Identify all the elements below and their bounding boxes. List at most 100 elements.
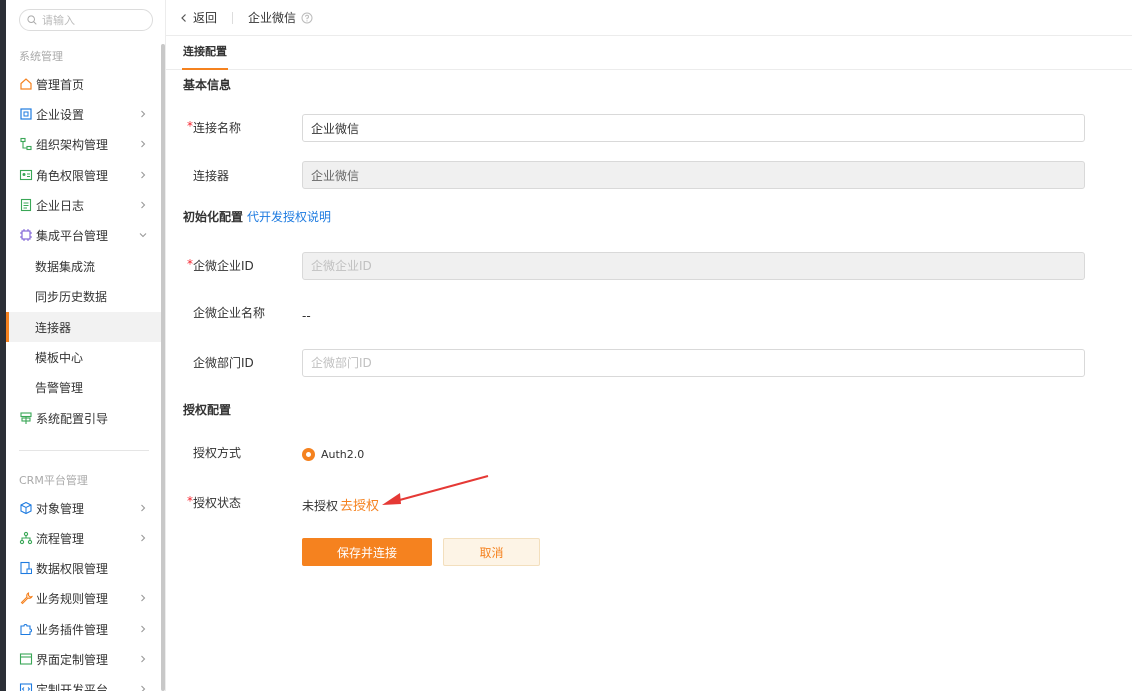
sidebar-item-home[interactable]: 管理首页 — [6, 69, 161, 99]
authorize-link[interactable]: 去授权 — [340, 495, 379, 514]
auth-method-value: Auth2.0 — [321, 448, 365, 461]
topbar-divider — [232, 11, 234, 24]
tab-bar: 连接配置 — [166, 36, 1132, 70]
page-title: 企业微信 — [248, 11, 297, 25]
section-basic-info: 基本信息 — [183, 78, 232, 92]
sidebar-item-integration-platform[interactable]: 集成平台管理 — [6, 220, 161, 250]
sidebar-item-process-management[interactable]: 流程管理 — [6, 523, 161, 553]
log-document-icon — [19, 198, 33, 212]
section-auth-config: 授权配置 — [183, 403, 232, 417]
top-bar: 返回 企业微信 — [166, 0, 1132, 36]
sidebar-item-label: 界面定制管理 — [36, 652, 109, 667]
group-title-system: 系统管理 — [19, 50, 63, 63]
init-section-title: 初始化配置 — [183, 210, 244, 224]
chevron-right-icon — [141, 625, 146, 633]
chevron-right-icon — [141, 655, 146, 663]
sidebar-item-label: 组织架构管理 — [36, 137, 109, 152]
annotation-arrow — [382, 475, 489, 505]
sidebar-subitem-label: 同步历史数据 — [35, 289, 108, 304]
sidebar-subitem-label: 数据集成流 — [35, 259, 96, 274]
signpost-icon — [19, 411, 33, 425]
back-button[interactable]: 返回 — [179, 9, 217, 26]
chip-icon — [19, 228, 33, 242]
dev-auth-guide-link[interactable]: 代开发授权说明 — [247, 210, 331, 224]
save-and-connect-button[interactable]: 保存并连接 — [302, 538, 432, 566]
back-label: 返回 — [193, 11, 218, 25]
sidebar-subitem-alert-management[interactable]: 告警管理 — [6, 372, 161, 402]
auth-status-label: 授权状态 — [193, 496, 242, 510]
dept-id-input[interactable] — [302, 349, 1085, 377]
chevron-right-icon — [141, 685, 146, 691]
sidebar-search[interactable] — [19, 9, 153, 31]
auth-status-value: 未授权 — [302, 499, 339, 513]
chevron-right-icon — [141, 504, 146, 512]
sidebar-item-object-management[interactable]: 对象管理 — [6, 493, 161, 523]
sidebar-item-label: 企业日志 — [36, 198, 85, 213]
sidebar-item-label: 企业设置 — [36, 107, 85, 122]
data-lock-icon — [19, 561, 33, 575]
sidebar-subitem-connector[interactable]: 连接器 — [6, 312, 161, 342]
id-card-icon — [19, 168, 33, 182]
search-input[interactable] — [42, 13, 142, 27]
sidebar-item-system-config-guide[interactable]: 系统配置引导 — [6, 403, 161, 433]
sidebar-subitem-label: 连接器 — [35, 320, 72, 335]
chevron-down-icon — [139, 233, 147, 238]
search-icon — [27, 15, 37, 25]
window-icon — [19, 652, 33, 666]
chevron-left-icon — [181, 13, 186, 22]
home-icon — [19, 77, 33, 91]
building-icon — [19, 107, 33, 121]
org-tree-icon — [19, 137, 33, 151]
chevron-right-icon — [141, 171, 146, 179]
sidebar-subitem-label: 模板中心 — [35, 350, 84, 365]
sidebar-item-label: 管理首页 — [36, 77, 85, 92]
sidebar-item-org-structure[interactable]: 组织架构管理 — [6, 129, 161, 159]
sidebar-item-custom-dev-platform[interactable]: 定制开发平台 — [6, 674, 161, 691]
cube-icon — [19, 501, 33, 515]
code-icon — [19, 682, 33, 691]
sidebar-item-enterprise-log[interactable]: 企业日志 — [6, 190, 161, 220]
sidebar-item-label: 数据权限管理 — [36, 561, 109, 576]
sidebar-item-label: 角色权限管理 — [36, 168, 109, 183]
sidebar-item-label: 定制开发平台 — [36, 682, 109, 691]
section-init-config: 初始化配置 代开发授权说明 — [183, 208, 331, 225]
sidebar-item-role-permissions[interactable]: 角色权限管理 — [6, 160, 161, 190]
sidebar-item-enterprise-settings[interactable]: 企业设置 — [6, 99, 161, 129]
chevron-right-icon — [141, 594, 146, 602]
sidebar-item-business-plugins[interactable]: 业务插件管理 — [6, 614, 161, 644]
wrench-icon — [19, 591, 33, 605]
sidebar-subitem-sync-history[interactable]: 同步历史数据 — [6, 281, 161, 311]
connection-name-input[interactable] — [302, 114, 1085, 142]
cancel-button[interactable]: 取消 — [443, 538, 540, 566]
puzzle-icon — [19, 622, 33, 636]
sidebar-item-label: 集成平台管理 — [36, 228, 109, 243]
chevron-right-icon — [141, 201, 146, 209]
connector-label: 连接器 — [193, 169, 230, 183]
help-icon[interactable] — [301, 12, 313, 24]
connection-form: 基本信息 * 连接名称 连接器 初始化配置代开发授权说明 * 企微企业ID 企微… — [166, 71, 1132, 691]
sidebar-item-ui-customization[interactable]: 界面定制管理 — [6, 644, 161, 674]
sidebar-item-label: 流程管理 — [36, 531, 85, 546]
dept-id-label: 企微部门ID — [193, 356, 254, 370]
sidebar-item-label: 系统配置引导 — [36, 411, 109, 426]
sidebar-item-business-rules[interactable]: 业务规则管理 — [6, 583, 161, 613]
sidebar-item-label: 业务规则管理 — [36, 591, 109, 606]
sidebar: 系统管理 管理首页 企业设置 组织架构管理 角色权限管理 企业日志 集成平台 — [6, 0, 161, 691]
chevron-right-icon — [141, 534, 146, 542]
sidebar-subitem-data-integration-flow[interactable]: 数据集成流 — [6, 251, 161, 281]
corp-name-label: 企微企业名称 — [193, 306, 266, 320]
corp-name-value: -- — [302, 309, 311, 323]
corp-id-input — [302, 252, 1085, 280]
flow-chart-icon — [19, 531, 33, 545]
sidebar-subitem-label: 告警管理 — [35, 380, 84, 395]
chevron-right-icon — [141, 110, 146, 118]
connector-field — [302, 161, 1085, 189]
tab-connection-config[interactable]: 连接配置 — [182, 36, 228, 70]
sidebar-item-label: 对象管理 — [36, 501, 85, 516]
sidebar-item-data-permissions[interactable]: 数据权限管理 — [6, 553, 161, 583]
auth-method-radio[interactable] — [302, 448, 315, 461]
connection-name-label: 连接名称 — [193, 121, 242, 135]
sidebar-divider — [19, 450, 149, 451]
sidebar-subitem-template-center[interactable]: 模板中心 — [6, 342, 161, 372]
corp-id-label: 企微企业ID — [193, 259, 254, 273]
